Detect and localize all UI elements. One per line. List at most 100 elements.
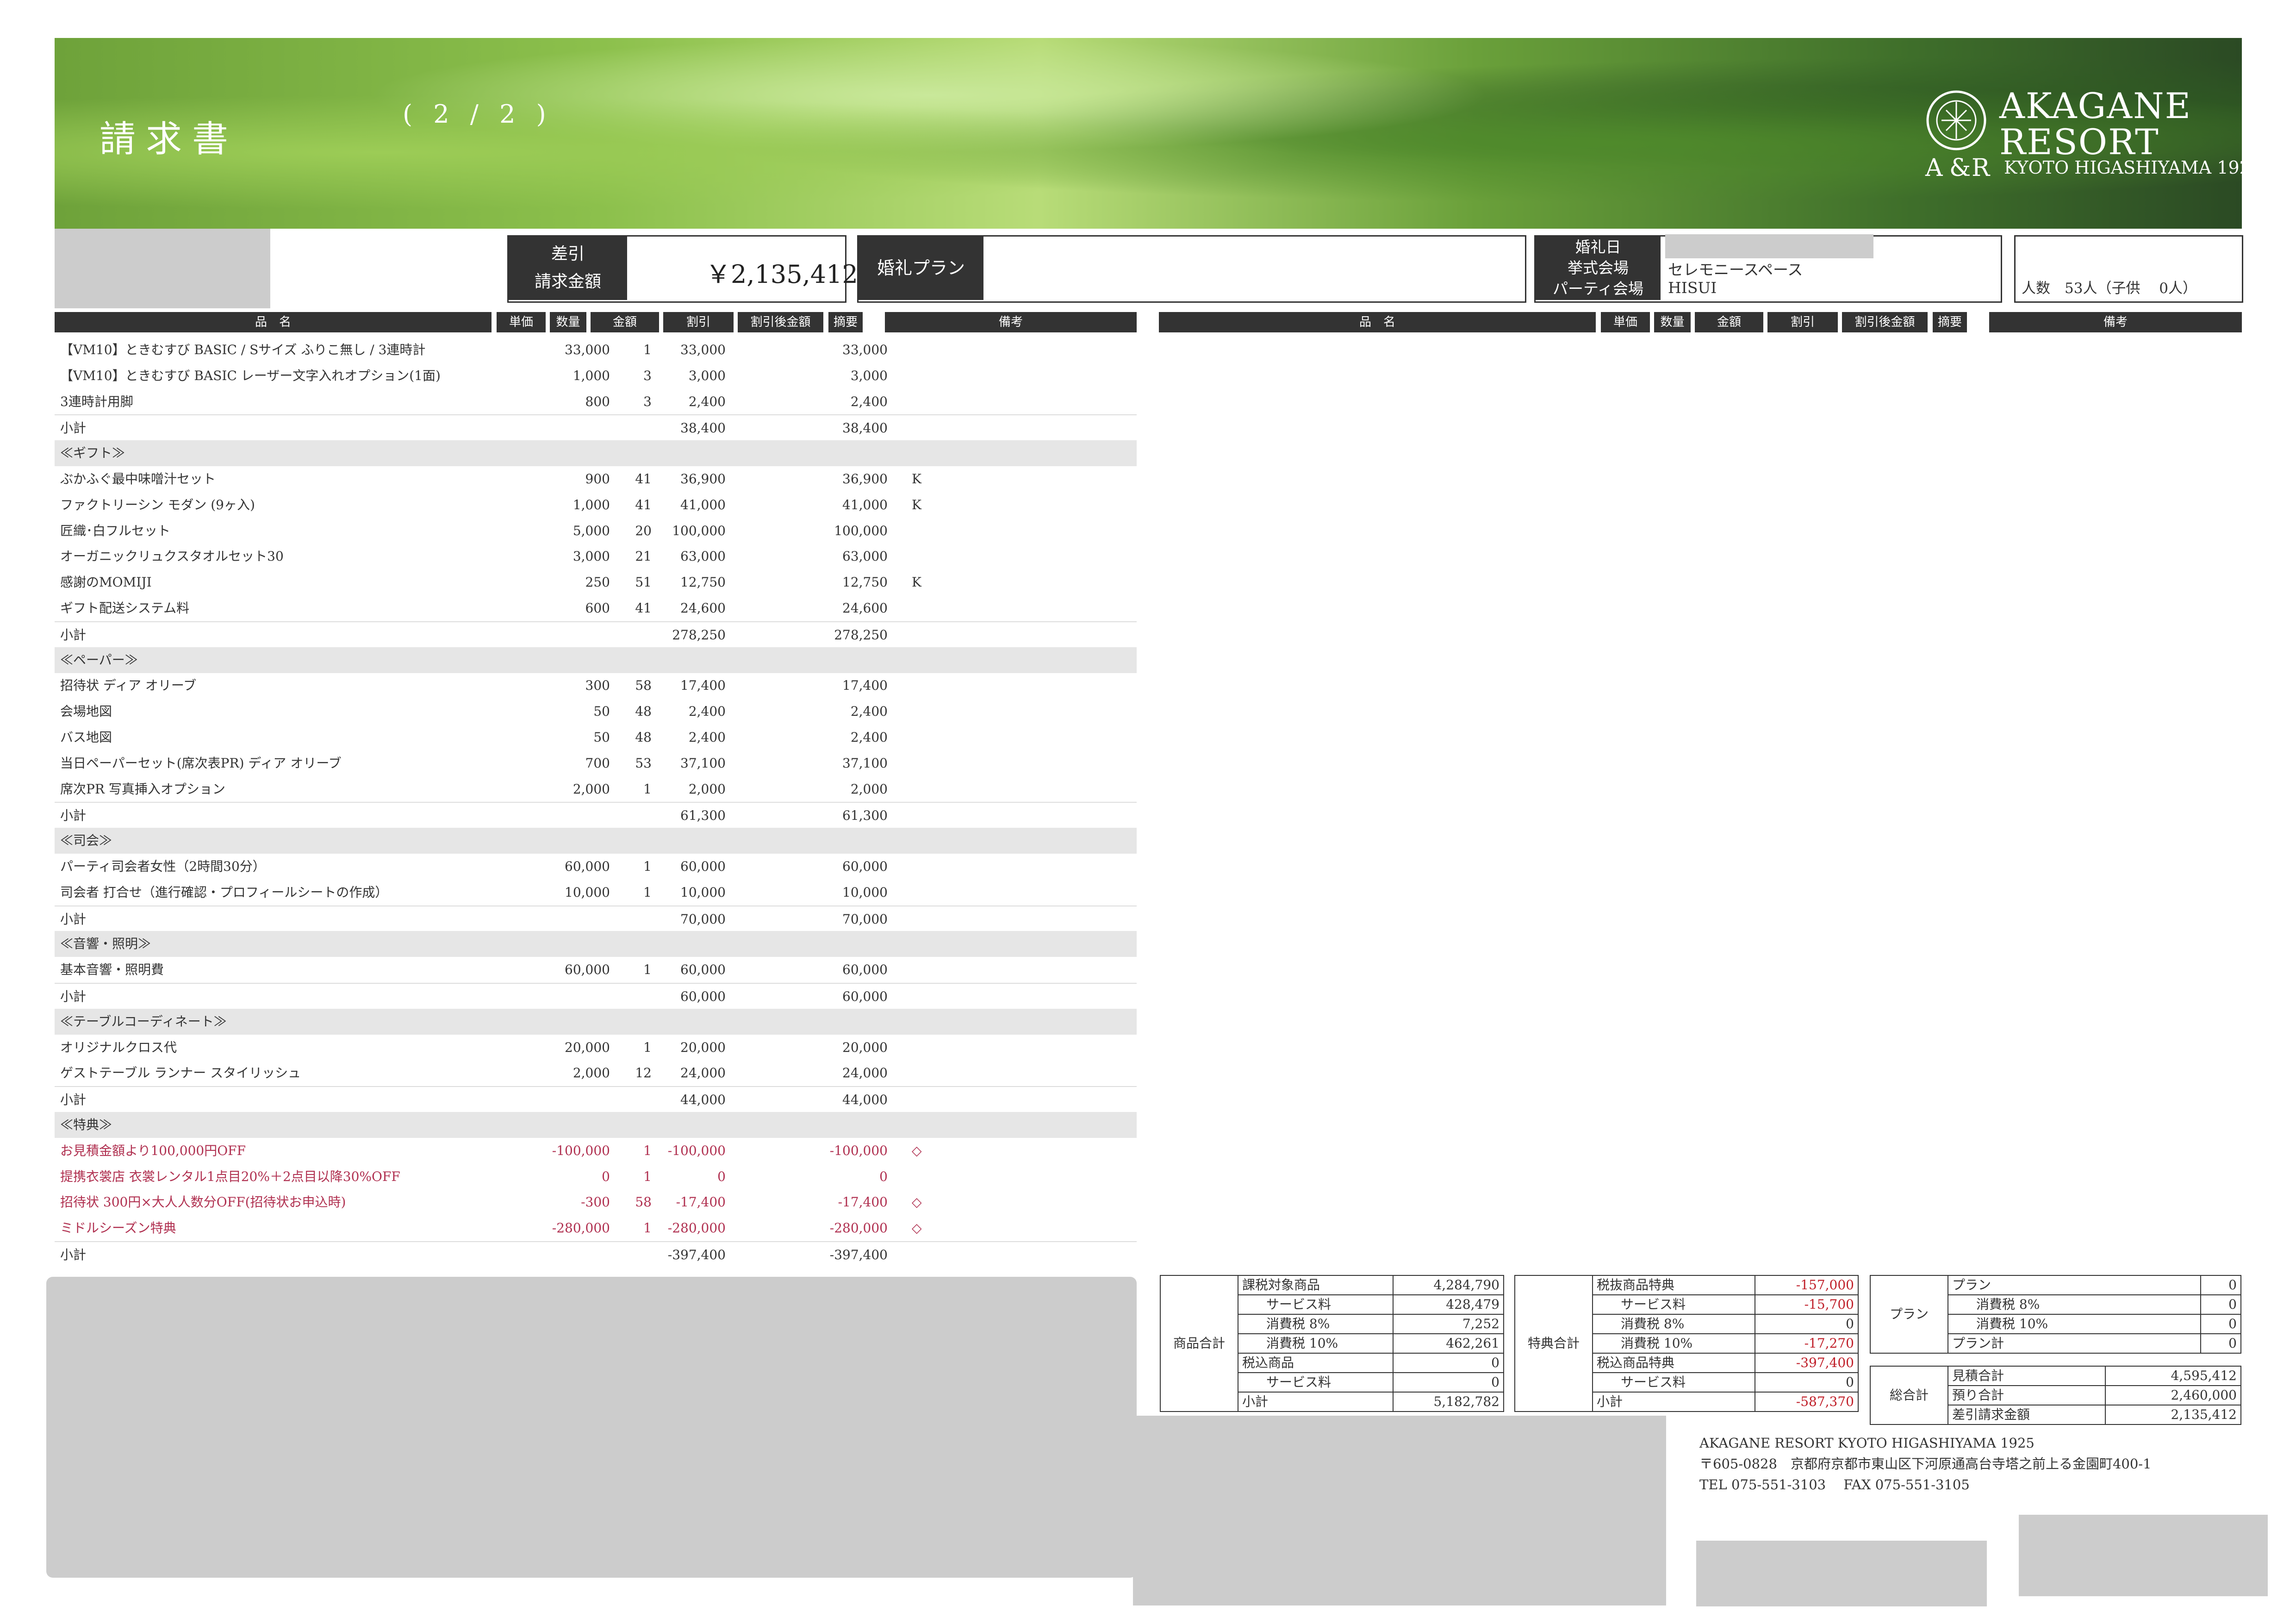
redacted-wedding-day (1665, 234, 1873, 258)
item-after-discount: 61,300 (842, 808, 888, 824)
table-row: 席次PR 写真挿入オプション 2,000 1 2,000 2,000 (55, 776, 1137, 802)
col-header-after-discount: 割引後金額 (738, 312, 823, 332)
subtotal-row: 小計 278,250 278,250 (55, 621, 1137, 648)
item-after-discount: -397,400 (829, 1247, 888, 1262)
totals-label: 消費税 10% (1592, 1333, 1755, 1354)
table-row: 感謝のMOMIJI 250 51 12,750 12,750 K (55, 569, 1137, 595)
totals-label: 消費税 10% (1947, 1314, 2202, 1334)
table-row: 提携衣裳店 衣裳レンタル1点目20%＋2点目以降30%OFF 0 1 0 0 (55, 1164, 1137, 1190)
svg-text:A: A (1925, 154, 1943, 181)
item-amount: 10,000 (680, 884, 726, 900)
item-name: ≪テーブルコーディネート≫ (60, 1013, 227, 1029)
item-amount: 278,250 (672, 627, 726, 643)
item-after-discount: 37,100 (842, 755, 888, 771)
subtotal-row: 小計 70,000 70,000 (55, 905, 1137, 932)
billing-label: 差引 請求金額 (509, 237, 627, 300)
item-after-discount: 24,000 (842, 1065, 888, 1081)
item-after-discount: 0 (879, 1168, 888, 1184)
guest-count: 人数 53人（子供 0人） (2022, 280, 2197, 297)
item-price: 1,000 (572, 368, 610, 383)
redacted-customer (55, 229, 270, 308)
item-after-discount: -100,000 (829, 1143, 888, 1158)
item-name: ギフト配送システム料 (60, 600, 190, 616)
billing-amount: ￥2,135,412 (706, 260, 858, 289)
item-name: 小計 (60, 989, 87, 1004)
item-price: 33,000 (565, 342, 610, 357)
svg-text:&: & (1949, 154, 1971, 181)
category-row: ≪テーブルコーディネート≫ (55, 1008, 1137, 1035)
subtotal-row: 小計 61,300 61,300 (55, 802, 1137, 829)
item-after-discount: 20,000 (842, 1039, 888, 1055)
item-note: K (912, 575, 921, 590)
item-after-discount: 33,000 (842, 342, 888, 357)
totals-value: -587,370 (1754, 1392, 1859, 1412)
totals-label: 小計 (1237, 1392, 1394, 1412)
category-row: ≪音響・照明≫ (55, 931, 1137, 957)
grand-total-table: 総合計 見積合計 4,595,412 預り合計 2,460,000 差引請求金額 2,135… (1870, 1366, 2242, 1425)
totals-group-label: 総合計 (1870, 1366, 1948, 1425)
table-row: パーティ司会者女性（2時間30分） 60,000 1 60,000 60,000 (55, 854, 1137, 880)
item-name: ぶかふぐ最中味噌汁セット (60, 471, 216, 487)
brand-name: AKAGANE RESORT (1999, 85, 2192, 162)
totals-value: 0 (1754, 1314, 1859, 1334)
totals-label: サービス料 (1592, 1294, 1755, 1315)
totals-value: 0 (2200, 1275, 2241, 1295)
totals-value: 2,135,412 (2104, 1405, 2242, 1425)
col-header-amount-2: 金額 (1695, 312, 1763, 332)
item-amount: 60,000 (680, 859, 726, 874)
item-after-discount: 63,000 (842, 549, 888, 564)
item-name: 提携衣裳店 衣裳レンタル1点目20%＋2点目以降30%OFF (60, 1168, 400, 1184)
item-note: ◇ (912, 1143, 922, 1158)
item-name: ≪音響・照明≫ (60, 936, 151, 952)
item-amount: 12,750 (680, 575, 726, 590)
brand-logo-icon: A & R (1925, 90, 1991, 181)
totals-label: 消費税 10% (1237, 1333, 1394, 1354)
totals-row: 商品合計 課税対象商品 4,284,790 (1160, 1275, 1504, 1412)
item-after-discount: 60,000 (842, 859, 888, 874)
totals-row: プラン プラン 0 (1870, 1275, 2241, 1354)
item-after-discount: 10,000 (842, 884, 888, 900)
category-row: ≪ペーパー≫ (55, 647, 1137, 673)
item-amount: 2,000 (688, 781, 726, 797)
table-row: ギフト配送システム料 600 41 24,600 24,600 (55, 595, 1137, 621)
totals-label: 差引請求金額 (1948, 1405, 2106, 1425)
subtotal-row: 小計 60,000 60,000 (55, 983, 1137, 1010)
item-after-discount: 44,000 (842, 1092, 888, 1108)
totals-label: 税込商品特典 (1592, 1353, 1755, 1373)
item-price: 800 (585, 394, 610, 409)
item-after-discount: 41,000 (842, 497, 888, 512)
item-after-discount: 70,000 (842, 911, 888, 927)
item-amount: -397,400 (667, 1247, 726, 1262)
item-amount: 37,100 (680, 755, 726, 771)
item-name: 小計 (60, 1092, 87, 1108)
item-after-discount: 12,750 (842, 575, 888, 590)
totals-label: サービス料 (1592, 1372, 1755, 1393)
special-total-table: 特典合計 税抜商品特典 -157,000 サービス料 -15,700 消費税 8% 0 消費税… (1514, 1275, 1859, 1412)
item-amount: 24,600 (680, 600, 726, 616)
item-amount: 38,400 (680, 420, 726, 436)
item-name: オリジナルクロス代 (60, 1039, 177, 1055)
item-after-discount: 60,000 (842, 962, 888, 978)
subtotal-row: 小計 -397,400 -397,400 (55, 1241, 1137, 1268)
item-name: 席次PR 写真挿入オプション (60, 781, 225, 797)
item-after-discount: 2,400 (850, 704, 888, 719)
item-name: 感謝のMOMIJI (60, 575, 152, 590)
totals-label: 預り合計 (1948, 1385, 2106, 1405)
totals-label: 税込商品 (1237, 1353, 1394, 1373)
totals-label: サービス料 (1237, 1372, 1394, 1393)
totals-value: 7,252 (1393, 1314, 1504, 1334)
totals-value: 0 (1754, 1372, 1859, 1393)
item-price: 0 (602, 1168, 610, 1184)
item-name: ゲストテーブル ランナー スタイリッシュ (60, 1065, 301, 1081)
col-header-qty-2: 数量 (1654, 312, 1691, 332)
item-amount: -17,400 (676, 1194, 726, 1210)
brand-subtitle: KYOTO HIGASHIYAMA 1925 (2004, 157, 2262, 178)
item-name: ≪司会≫ (60, 833, 112, 849)
totals-value: -157,000 (1754, 1275, 1859, 1295)
col-header-after-discount-2: 割引後金額 (1842, 312, 1928, 332)
plan-total-table: プラン プラン 0 消費税 8% 0 消費税 10% 0 プラン計 0 (1870, 1275, 2241, 1354)
totals-group-label: 商品合計 (1160, 1275, 1238, 1412)
item-name: 司会者 打合せ（進行確認・プロフィールシートの作成） (60, 884, 388, 900)
totals-value: -15,700 (1754, 1294, 1859, 1315)
item-price: 3,000 (572, 549, 610, 564)
